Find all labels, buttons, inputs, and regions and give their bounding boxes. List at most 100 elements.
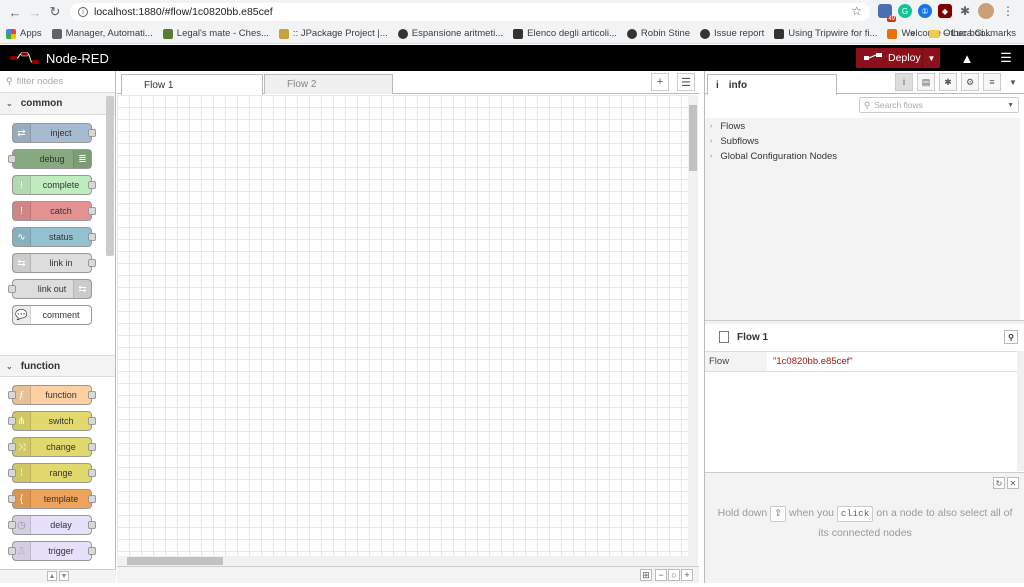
site-info-icon[interactable]: i (78, 7, 88, 17)
node-label: complete (42, 180, 80, 190)
app-title: Node-RED (46, 50, 109, 66)
other-bookmarks-label[interactable]: Other bookmarks (943, 28, 1016, 39)
deploy-dropdown-icon[interactable]: ▼ (922, 48, 940, 68)
deploy-icon (864, 53, 882, 60)
category-function-body: ƒ function ⋔ switch ⤨ change ⁞ range { t… (0, 377, 115, 587)
palette-node-change[interactable]: ⤨ change (8, 437, 96, 457)
address-bar[interactable]: i localhost:1880/#flow/1c0820bb.e85cef ☆ (70, 3, 870, 21)
collapse-all-icon[interactable]: ▲ (47, 571, 57, 581)
node-label: trigger (48, 546, 74, 556)
output-port (88, 417, 96, 425)
search-flows-input[interactable]: ⚲ Search flows ▼ (859, 97, 1019, 113)
help-book-icon[interactable]: ▤ (917, 73, 935, 91)
palette-filter[interactable]: ⚲ filter nodes (0, 71, 115, 93)
debug-bug-icon[interactable]: ✱ (939, 73, 957, 91)
info-tab-button[interactable]: i (895, 73, 913, 91)
zoom-in-button[interactable]: + (681, 569, 693, 581)
palette-node-template[interactable]: { template (8, 489, 96, 509)
sidebar-menu-caret-icon[interactable]: ▼ (1009, 78, 1017, 87)
palette-node-complete[interactable]: ! complete (12, 175, 96, 195)
warning-icon[interactable]: ▲ (955, 48, 979, 68)
deploy-label: Deploy (888, 52, 921, 64)
palette-node-trigger[interactable]: ⎍ trigger (8, 541, 96, 561)
input-port (8, 547, 16, 555)
avatar[interactable] (978, 3, 994, 19)
tree-item-subflows[interactable]: › Subflows (705, 134, 1020, 149)
puzzle-icon[interactable]: ✱ (958, 4, 972, 18)
palette-node-link-in[interactable]: ⇆ link in (12, 253, 96, 273)
bookmark-item[interactable]: Espansione aritmeti... (397, 28, 503, 39)
canvas-vertical-scrollbar[interactable] (688, 95, 698, 556)
calendar-extension-icon[interactable]: 49 (878, 4, 896, 22)
ublock-extension-icon[interactable]: ◆ (938, 4, 952, 18)
navigator-icon[interactable]: ⊞ (640, 569, 652, 581)
chevron-right-icon: › (710, 138, 713, 145)
palette-node-comment[interactable]: 💬 comment (12, 305, 92, 325)
palette-node-inject[interactable]: ⇄ inject (12, 123, 96, 143)
context-database-icon[interactable]: ≡ (983, 73, 1001, 91)
tab-flow-1[interactable]: Flow 1 (121, 74, 263, 95)
tab-info[interactable]: i info (707, 74, 837, 95)
tree-item-global-config[interactable]: › Global Configuration Nodes (705, 149, 1020, 164)
add-flow-button[interactable]: + (651, 73, 669, 91)
palette-node-debug[interactable]: debug ≣ (8, 149, 92, 169)
1password-extension-icon[interactable]: ① (918, 4, 932, 18)
back-icon[interactable]: ← (4, 1, 26, 23)
tree-label: Global Configuration Nodes (720, 151, 838, 162)
bookmark-item[interactable]: Issue report (700, 28, 764, 39)
bookmark-item[interactable]: Elenco degli articoli... (513, 28, 617, 39)
palette-node-function[interactable]: ƒ function (8, 385, 96, 405)
palette-node-range[interactable]: ⁞ range (8, 463, 96, 483)
sidebar: i info i ▤ ✱ ⚙ ≡ ▼ ⚲ Search flows ▼ › Fl… (704, 71, 1024, 583)
reload-icon[interactable]: ↻ (44, 1, 66, 23)
palette-node-status[interactable]: ∿ status (12, 227, 96, 247)
zoom-reset-button[interactable]: ○ (668, 569, 680, 581)
grammarly-extension-icon[interactable]: G (898, 4, 912, 18)
search-icon[interactable]: ⚲ (1004, 330, 1018, 344)
palette-node-link-out[interactable]: link out ⇆ (8, 279, 92, 299)
category-function-header[interactable]: ⌄ function (0, 355, 115, 377)
palette-node-delay[interactable]: ◷ delay (8, 515, 96, 535)
scroll-thumb[interactable] (689, 105, 697, 171)
bookmark-item[interactable]: Legal's mate - Ches... (162, 28, 269, 39)
bookmark-item[interactable]: Using Tripwire for fi... (774, 28, 877, 39)
forward-icon[interactable]: → (24, 1, 46, 23)
palette-scrollbar[interactable] (106, 96, 114, 256)
bookmark-apps[interactable]: Apps (6, 28, 42, 39)
sidebar-scrollbar[interactable] (1017, 351, 1024, 471)
category-common-header[interactable]: ⌄ common (0, 93, 115, 115)
nodered-logo-icon (10, 52, 39, 64)
scroll-thumb[interactable] (127, 557, 223, 565)
expand-all-icon[interactable]: ▼ (59, 571, 69, 581)
bookmark-item[interactable]: :: JPackage Project |... (278, 28, 388, 39)
tree-item-flows[interactable]: › Flows (705, 119, 1020, 134)
bookmark-label: Robin Stine (640, 28, 691, 39)
workspace-canvas[interactable] (117, 95, 688, 556)
deploy-button[interactable]: Deploy ▼ (856, 48, 940, 68)
input-port (8, 155, 16, 163)
hamburger-menu-icon[interactable]: ☰ (994, 48, 1018, 68)
output-port (88, 469, 96, 477)
refresh-tip-icon[interactable]: ↻ (993, 477, 1005, 489)
url-text: localhost:1880/#flow/1c0820bb.e85cef (94, 6, 273, 18)
node-label: delay (50, 520, 72, 530)
palette-node-switch[interactable]: ⋔ switch (8, 411, 96, 431)
close-icon[interactable]: ✕ (1007, 477, 1019, 489)
canvas-horizontal-scrollbar[interactable] (117, 556, 698, 566)
kebab-menu-icon[interactable]: ⋮ (1002, 4, 1014, 18)
config-gear-icon[interactable]: ⚙ (961, 73, 979, 91)
bookmark-item[interactable]: Manager, Automati... (51, 28, 153, 39)
node-palette: ⚲ filter nodes ⌄ common ⇄ inject debug ≣… (0, 71, 116, 587)
flow-info-header: Flow 1 ⚲ (705, 324, 1024, 350)
more-bookmarks-icon[interactable]: » (910, 28, 915, 39)
zoom-out-button[interactable]: − (655, 569, 667, 581)
chevron-down-icon[interactable]: ▼ (1007, 102, 1014, 109)
category-label: function (20, 360, 61, 372)
tab-flow-2[interactable]: Flow 2 (264, 74, 393, 94)
list-flows-button[interactable]: ☰ (677, 73, 695, 91)
bookmark-star-icon[interactable]: ☆ (851, 4, 862, 18)
chevron-right-icon: › (710, 123, 713, 130)
bookmark-item[interactable]: Robin Stine (626, 28, 691, 39)
palette-node-catch[interactable]: ! catch (12, 201, 96, 221)
tip-part: Hold down (717, 507, 768, 519)
